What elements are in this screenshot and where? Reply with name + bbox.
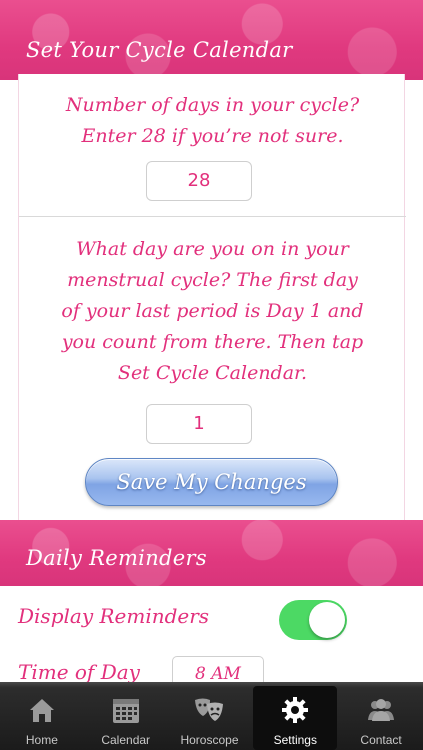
- tab-label: Horoscope: [180, 733, 239, 747]
- display-reminders-label: Display Reminders: [18, 604, 210, 628]
- time-of-day-label: Time of Day: [18, 660, 140, 684]
- current-day-prompt-line: of your last period is Day 1 and: [61, 300, 364, 322]
- tab-label: Contact: [360, 733, 402, 747]
- tab-label: Settings: [273, 733, 317, 747]
- cycle-settings-card: Number of days in your cycle? Enter 28 i…: [18, 74, 406, 520]
- current-day-prompt-line: you count from there. Then tap: [61, 331, 364, 353]
- cycle-header-band: Set Your Cycle Calendar: [0, 0, 423, 80]
- current-day-prompt-line: Set Cycle Calendar.: [117, 362, 308, 384]
- tab-label: Home: [25, 733, 58, 747]
- save-changes-button[interactable]: Save My Changes: [85, 458, 338, 506]
- calendar-icon: [112, 699, 139, 723]
- tab-horoscope[interactable]: Horoscope: [168, 682, 252, 750]
- days-prompt-line: Number of days in your cycle?: [65, 94, 360, 116]
- people-icon: [368, 699, 395, 721]
- current-day-prompt-line: What day are you on in your: [76, 238, 349, 260]
- days-prompt-line: Enter 28 if you’re not sure.: [81, 125, 344, 147]
- theater-masks-icon: [195, 698, 224, 721]
- reminders-header-band: Daily Reminders: [0, 520, 423, 586]
- current-day-input[interactable]: 1: [146, 404, 252, 444]
- cycle-length-input[interactable]: 28: [146, 161, 252, 201]
- section-divider: [19, 216, 406, 217]
- tab-contact[interactable]: Contact: [339, 682, 423, 750]
- gear-icon: [282, 697, 309, 723]
- display-reminders-toggle[interactable]: [279, 600, 347, 640]
- toggle-knob: [309, 602, 345, 638]
- tab-settings[interactable]: Settings: [253, 686, 338, 750]
- current-day-prompt: What day are you on in your menstrual cy…: [19, 234, 406, 389]
- days-prompt: Number of days in your cycle? Enter 28 i…: [19, 90, 406, 152]
- cycle-section-title: Set Your Cycle Calendar: [26, 38, 293, 62]
- tab-label: Calendar: [101, 733, 151, 747]
- home-icon: [29, 699, 54, 722]
- tab-bar: Home Calendar Horoscope Settings Contact: [0, 682, 423, 750]
- reminders-section-title: Daily Reminders: [26, 546, 207, 570]
- current-day-prompt-line: menstrual cycle? The first day: [67, 269, 358, 291]
- tab-home[interactable]: Home: [0, 682, 84, 750]
- tab-calendar[interactable]: Calendar: [84, 682, 168, 750]
